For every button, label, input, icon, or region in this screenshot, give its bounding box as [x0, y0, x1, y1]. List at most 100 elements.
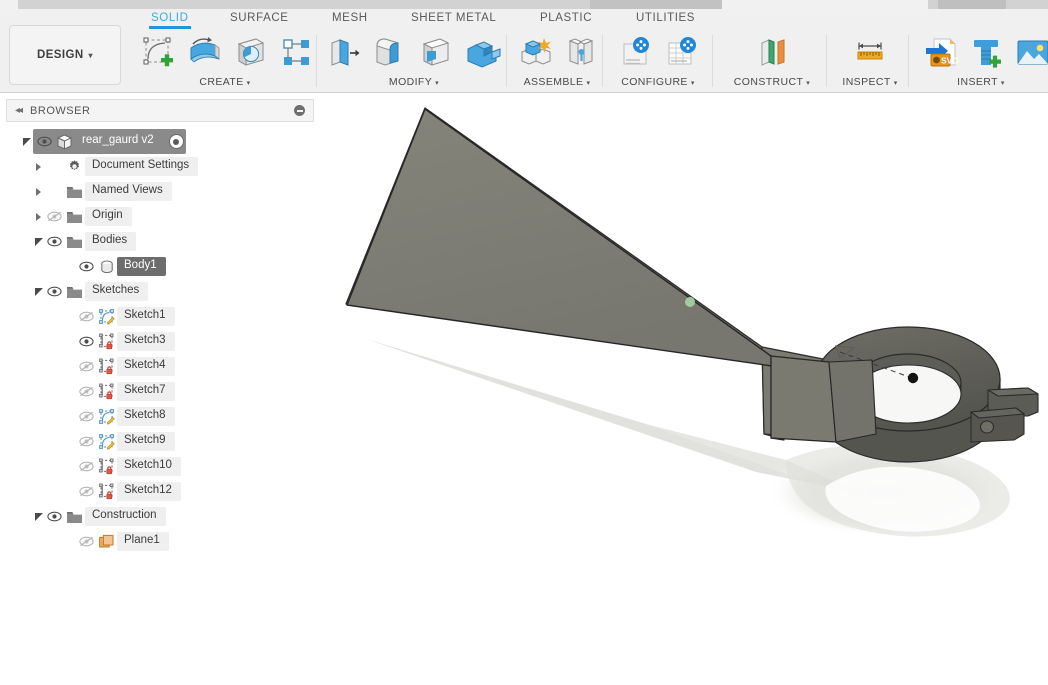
tab-mesh[interactable]: MESH: [330, 12, 370, 24]
document-tab-b[interactable]: [590, 0, 722, 9]
press-pull-icon[interactable]: [324, 32, 364, 72]
visibility-eye-icon[interactable]: [35, 129, 54, 154]
pattern-icon[interactable]: [276, 32, 316, 72]
tree-node-label[interactable]: Body1: [117, 257, 166, 276]
panel-inspect-label[interactable]: INSPECT ▾: [832, 76, 908, 88]
panel-construct-label[interactable]: CONSTRUCT ▾: [718, 76, 826, 88]
joint-icon[interactable]: [561, 32, 601, 72]
visibility-eye-icon[interactable]: [77, 329, 96, 354]
combine-icon[interactable]: [462, 32, 502, 72]
tab-plastic[interactable]: PLASTIC: [538, 12, 594, 24]
shell-icon[interactable]: [416, 32, 456, 72]
twisty-icon[interactable]: [32, 279, 45, 304]
tab-sheet-metal[interactable]: SHEET METAL: [409, 12, 498, 24]
panel-modify-label[interactable]: MODIFY ▾: [322, 76, 506, 88]
insert-mcmaster-icon[interactable]: [966, 32, 1006, 72]
twisty-icon[interactable]: [32, 504, 45, 529]
tree-node-sketch8[interactable]: Sketch8: [6, 404, 314, 429]
tree-node-sketch7[interactable]: Sketch7: [6, 379, 314, 404]
tree-node-label[interactable]: Origin: [85, 207, 132, 226]
tree-node-origin[interactable]: Origin: [6, 204, 314, 229]
root-node-row[interactable]: rear_gaurd v2: [33, 129, 186, 154]
visibility-eye-icon[interactable]: [77, 529, 96, 554]
visibility-eye-icon[interactable]: [77, 454, 96, 479]
collapse-icon[interactable]: ◂◂: [15, 105, 23, 116]
configure-table-icon[interactable]: [662, 32, 702, 72]
document-tab-d[interactable]: [938, 0, 1006, 9]
panel-configure: CONFIGURE ▾: [608, 31, 708, 93]
twisty-icon[interactable]: [32, 154, 45, 179]
tab-surface[interactable]: SURFACE: [228, 12, 291, 24]
tree-node-sketch1[interactable]: Sketch1: [6, 304, 314, 329]
tree-node-sketch9[interactable]: Sketch9: [6, 429, 314, 454]
tree-node-label[interactable]: Sketch12: [117, 482, 181, 501]
tree-node-label[interactable]: Sketch8: [117, 407, 175, 426]
tree-node-label[interactable]: Sketch1: [117, 307, 175, 326]
offset-plane-icon[interactable]: [752, 32, 792, 72]
twisty-icon[interactable]: [32, 229, 45, 254]
panel-construct: CONSTRUCT ▾: [718, 31, 826, 93]
tree-node-plane1[interactable]: Plane1: [6, 529, 314, 554]
new-sketch-icon[interactable]: [138, 32, 178, 72]
visibility-eye-icon[interactable]: [45, 229, 64, 254]
tree-node-label[interactable]: Sketch9: [117, 432, 175, 451]
tree-node-sketches[interactable]: Sketches: [6, 279, 314, 304]
root-node-label[interactable]: rear_gaurd v2: [75, 132, 163, 151]
panel-configure-label[interactable]: CONFIGURE ▾: [608, 76, 708, 88]
tree-node-bodies[interactable]: Bodies: [6, 229, 314, 254]
document-tab-a[interactable]: [18, 0, 590, 9]
visibility-eye-icon[interactable]: [45, 279, 64, 304]
visibility-eye-icon[interactable]: [77, 304, 96, 329]
tree-node-label[interactable]: Bodies: [85, 232, 137, 251]
tree-node-root[interactable]: rear_gaurd v2: [6, 129, 314, 154]
twisty-icon[interactable]: [32, 179, 45, 204]
extrude-icon[interactable]: [184, 32, 224, 72]
visibility-eye-icon[interactable]: [77, 429, 96, 454]
measure-icon[interactable]: [850, 32, 890, 72]
new-component-icon[interactable]: [515, 32, 555, 72]
browser-minimize-icon[interactable]: [294, 105, 305, 116]
visibility-eye-icon[interactable]: [77, 254, 96, 279]
revolve-icon[interactable]: [230, 32, 270, 72]
tree-node-sketch3[interactable]: Sketch3: [6, 329, 314, 354]
tree-node-label[interactable]: Named Views: [85, 182, 172, 201]
tree-node-named-views[interactable]: Named Views: [6, 179, 314, 204]
configure-part-icon[interactable]: [616, 32, 656, 72]
tree-node-label[interactable]: Plane1: [117, 532, 169, 551]
origin-point[interactable]: [685, 297, 695, 307]
tab-utilities[interactable]: UTILITIES: [634, 12, 697, 24]
panel-assemble-label[interactable]: ASSEMBLE ▾: [512, 76, 602, 88]
visibility-eye-icon[interactable]: [77, 479, 96, 504]
sketch-edit-icon: [96, 304, 117, 329]
tree-node-label[interactable]: Sketch3: [117, 332, 175, 351]
panel-divider: [316, 35, 317, 87]
tree-node-label[interactable]: Sketch10: [117, 457, 181, 476]
tree-node-construction[interactable]: Construction: [6, 504, 314, 529]
tree-node-label[interactable]: Construction: [85, 507, 166, 526]
workspace-selector[interactable]: DESIGN ▾: [9, 25, 121, 85]
visibility-eye-icon[interactable]: [77, 379, 96, 404]
tree-node-label[interactable]: Sketch4: [117, 357, 175, 376]
tree-node-document-settings[interactable]: Document Settings: [6, 154, 314, 179]
tree-node-label[interactable]: Sketch7: [117, 382, 175, 401]
visibility-eye-icon[interactable]: [77, 354, 96, 379]
twisty-icon[interactable]: [32, 204, 45, 229]
tree-node-sketch4[interactable]: Sketch4: [6, 354, 314, 379]
tree-node-sketch10[interactable]: Sketch10: [6, 454, 314, 479]
panel-insert-label[interactable]: INSERT ▾: [914, 76, 1048, 88]
tree-node-label[interactable]: Document Settings: [85, 157, 199, 176]
activate-component-radio[interactable]: [168, 134, 184, 149]
twisty-icon[interactable]: [20, 129, 33, 154]
visibility-eye-icon[interactable]: [77, 404, 96, 429]
fillet-icon[interactable]: [370, 32, 410, 72]
visibility-eye-icon[interactable]: [45, 204, 64, 229]
visibility-eye-icon[interactable]: [45, 504, 64, 529]
canvas-viewport[interactable]: [316, 94, 1048, 685]
insert-svg-icon[interactable]: SVG: [920, 32, 960, 72]
insert-canvas-icon[interactable]: [1012, 32, 1048, 72]
tree-node-label[interactable]: Sketches: [85, 282, 149, 301]
tree-node-body1[interactable]: Body1: [6, 254, 314, 279]
tab-solid[interactable]: SOLID: [149, 12, 191, 29]
tree-node-sketch12[interactable]: Sketch12: [6, 479, 314, 504]
panel-create-label[interactable]: CREATE ▾: [134, 76, 316, 88]
